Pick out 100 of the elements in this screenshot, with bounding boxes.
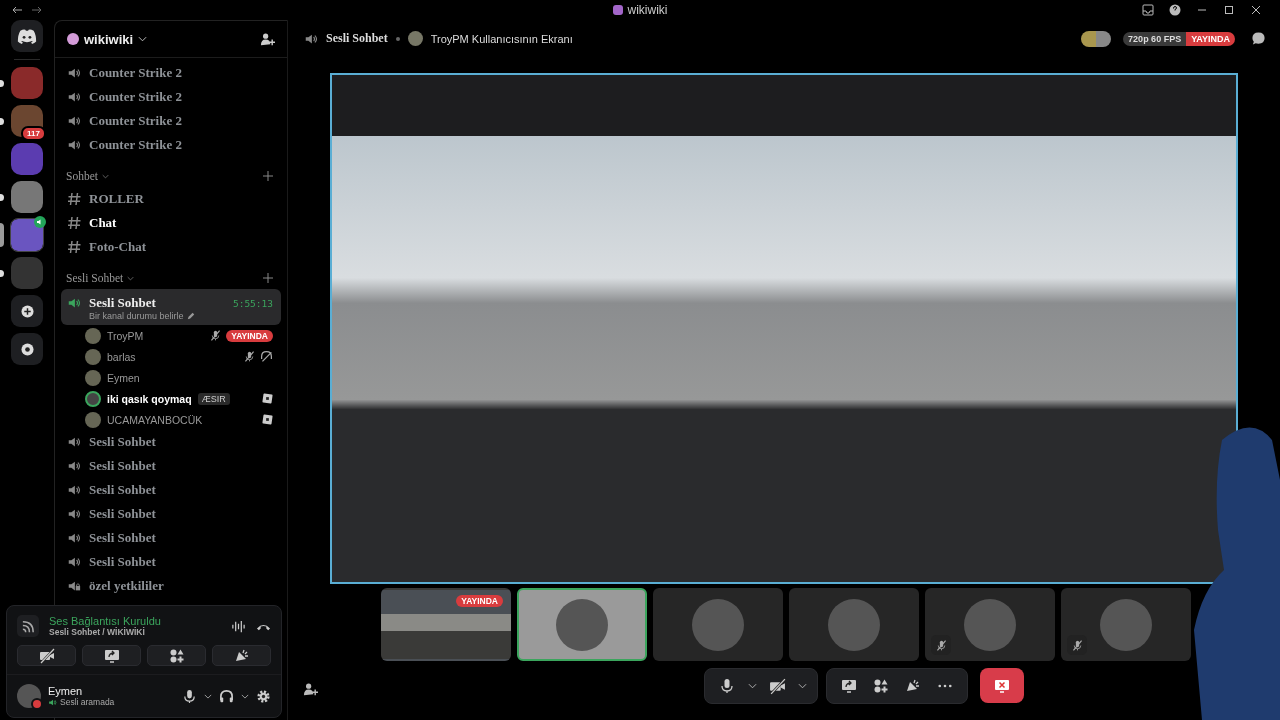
window-title: wikiwiki [627, 3, 668, 17]
invite-icon[interactable] [260, 31, 275, 47]
locked-speaker-icon [67, 579, 81, 593]
stream-preview-tile[interactable]: YAYINDA [381, 588, 511, 661]
participant-tile[interactable] [1061, 588, 1191, 661]
speaker-icon [67, 296, 81, 310]
close-icon[interactable] [1250, 4, 1262, 16]
home-button[interactable] [11, 20, 43, 52]
waveform-icon[interactable] [231, 618, 246, 634]
chevron-down-icon[interactable] [204, 693, 212, 699]
server-icon [67, 33, 79, 45]
voice-channel[interactable]: Sesli Sohbet [61, 454, 281, 478]
stop-screen-share-icon [994, 677, 1010, 694]
server-icon[interactable] [11, 143, 43, 175]
maximize-icon[interactable] [1223, 4, 1235, 16]
back-forward-arrows-icon[interactable] [12, 5, 42, 15]
screen-share-video[interactable] [330, 73, 1238, 584]
live-badge: YAYINDA [1186, 31, 1235, 46]
mention-badge: 117 [21, 126, 46, 141]
category-header[interactable]: Sesli Sohbet [66, 272, 124, 284]
voice-member[interactable]: UCAMAYANBOCÜK [61, 409, 281, 430]
chevron-down-icon [101, 173, 109, 179]
shapes-icon [873, 678, 889, 694]
chevron-down-icon[interactable] [138, 36, 148, 42]
microphone-icon[interactable] [182, 688, 197, 704]
discover-button[interactable] [11, 333, 43, 365]
speaker-icon [67, 531, 81, 545]
hash-icon [67, 192, 81, 206]
stream-title: TroyPM Kullanıcısının Ekranı [430, 32, 573, 45]
voice-member[interactable]: barlas [61, 346, 281, 367]
viewer-avatars[interactable] [1081, 30, 1112, 47]
participant-tile[interactable] [653, 588, 783, 661]
screen-share-button[interactable] [82, 645, 141, 666]
stop-stream-button[interactable] [980, 668, 1024, 703]
headphones-icon[interactable] [219, 688, 234, 704]
speaker-icon [67, 114, 81, 128]
text-channel[interactable]: Chat [61, 211, 281, 235]
speaker-icon [67, 483, 81, 497]
avatar [556, 598, 608, 651]
party-horn-icon [233, 647, 250, 664]
participant-tile[interactable] [517, 588, 647, 661]
voice-channel[interactable]: Counter Strike 2 [61, 133, 281, 157]
avatar [692, 598, 744, 651]
participant-tile[interactable] [925, 588, 1055, 661]
category-header[interactable]: Sohbet [66, 170, 98, 182]
server-icon[interactable] [11, 181, 43, 213]
speaker-icon [67, 555, 81, 569]
voice-channel[interactable]: Sesli Sohbet [61, 478, 281, 502]
avatar [407, 31, 423, 46]
voice-member[interactable]: iki qasık qoymaq ÆSIR [61, 388, 281, 409]
voice-channel[interactable]: Counter Strike 2 [61, 109, 281, 133]
voice-member[interactable]: TroyPM YAYINDA [61, 325, 281, 346]
camera-off-icon [38, 647, 55, 664]
pencil-icon[interactable] [186, 312, 195, 320]
voice-channel[interactable]: Sesli Sohbet [61, 502, 281, 526]
microphone-icon [719, 678, 735, 694]
avatar [828, 598, 880, 651]
stream-quality: 720p 60 FPS [1123, 31, 1187, 46]
voice-channel[interactable]: Sesli Sohbet [61, 526, 281, 550]
speaker-icon [48, 697, 57, 707]
avatar [1100, 598, 1152, 651]
text-channel[interactable]: Foto-Chat [61, 235, 281, 259]
add-server-button[interactable] [11, 295, 43, 327]
speaker-icon [67, 507, 81, 521]
user-avatar[interactable] [17, 684, 41, 708]
camera-off-button[interactable] [17, 645, 76, 666]
server-icon[interactable] [11, 219, 43, 251]
chat-bubble-icon[interactable] [1251, 31, 1266, 46]
voice-channel[interactable]: Sesli Sohbet [61, 430, 281, 454]
selected-voice-channel[interactable]: Sesli Sohbet 5:55:13 Bir kanal durumu belirle [61, 289, 281, 325]
server-icon [612, 5, 623, 15]
chevron-down-icon[interactable] [241, 693, 249, 699]
voice-channel[interactable]: Counter Strike 2 [61, 85, 281, 109]
soundboard-button[interactable] [212, 645, 271, 666]
speaker-icon [67, 90, 81, 104]
plus-icon[interactable] [263, 171, 273, 181]
help-icon[interactable] [1169, 4, 1181, 16]
avatar [964, 598, 1016, 651]
screen-share-icon [841, 678, 857, 694]
chevron-down-icon [127, 275, 135, 281]
plus-icon[interactable] [263, 273, 273, 283]
settings-icon[interactable] [256, 688, 271, 704]
user-status: Sesli aramada [60, 697, 115, 707]
locked-voice-channel[interactable]: özel yetkililer [61, 574, 281, 598]
speaker-icon [67, 138, 81, 152]
voice-channel[interactable]: Sesli Sohbet [61, 550, 281, 574]
voice-channel[interactable]: Counter Strike 2 [61, 61, 281, 85]
more-icon [938, 684, 952, 688]
participant-tile[interactable] [789, 588, 919, 661]
server-name[interactable]: wikiwiki [84, 31, 134, 47]
call-timer: 5:55:13 [232, 297, 273, 309]
add-person-icon[interactable] [303, 682, 318, 697]
compass-icon [20, 342, 34, 356]
signal-icon [17, 615, 39, 637]
voice-member[interactable]: Eymen [61, 367, 281, 388]
inbox-icon[interactable] [1142, 4, 1154, 16]
activities-button[interactable] [147, 645, 206, 666]
screen-share-icon [103, 647, 120, 664]
voice-location[interactable]: Sesli Sohbet / WİKİWİKİ [49, 627, 221, 637]
text-channel[interactable]: ROLLER [61, 187, 281, 211]
